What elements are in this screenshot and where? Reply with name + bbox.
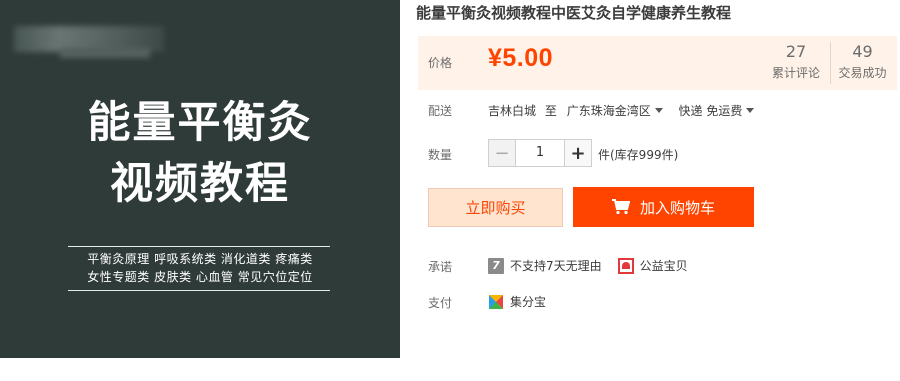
reviews-stat[interactable]: 27 累计评论: [764, 42, 828, 81]
payment-method[interactable]: 集分宝: [510, 293, 546, 310]
cover-divider-bottom: [68, 290, 330, 291]
shipping-method: 快递 免运费: [678, 104, 743, 118]
payment-label: 支付: [428, 296, 453, 310]
quantity-input[interactable]: 1: [516, 139, 564, 167]
add-to-cart-button[interactable]: 加入购物车: [573, 187, 754, 227]
payment-row: 集分宝: [488, 293, 546, 310]
quantity-increase-button[interactable]: +: [564, 139, 592, 167]
price-value: ¥5.00: [488, 44, 554, 72]
cart-icon: [611, 199, 630, 215]
deals-label: 交易成功: [838, 66, 887, 80]
cover-title-line1: 能量平衡灸: [87, 98, 313, 148]
shipping-row: 吉林白城 至 广东珠海金湾区 快递 免运费: [488, 102, 755, 119]
shipping-destination: 广东珠海金湾区: [566, 104, 651, 118]
shipping-origin: 吉林白城: [488, 104, 537, 118]
promise-label: 承诺: [428, 260, 453, 274]
price-label: 价格: [428, 56, 453, 70]
quantity-decrease-button[interactable]: −: [488, 139, 516, 167]
cover-subtitle-line2: 女性专题类 皮肤类 心血管 常见穴位定位: [87, 270, 313, 284]
reviews-label: 累计评论: [771, 66, 820, 80]
chevron-down-icon: [654, 108, 663, 113]
deals-count: 49: [852, 42, 873, 61]
chevron-down-icon: [746, 108, 755, 113]
blurred-watermark-sub: [60, 48, 150, 58]
stock-text: 件(库存999件): [598, 148, 679, 162]
shipping-method-select[interactable]: 快递 免运费: [679, 102, 755, 119]
cover-title-line2: 视频教程: [110, 159, 290, 209]
shipping-destination-select[interactable]: 广东珠海金湾区: [567, 102, 663, 119]
shipping-to: 至: [544, 104, 557, 118]
quantity-stepper: − 1 +: [488, 139, 592, 167]
promise-item-no-return[interactable]: 不支持7天无理由: [510, 257, 602, 274]
shipping-label: 配送: [428, 104, 453, 118]
buy-now-button[interactable]: 立即购买: [428, 188, 563, 227]
quantity-label: 数量: [428, 148, 453, 162]
promise-row: 7 不支持7天无理由 公益宝贝: [488, 257, 688, 274]
cover-divider-top: [68, 246, 330, 247]
reviews-count: 27: [785, 42, 807, 61]
no-7day-return-icon: 7: [488, 257, 504, 274]
deals-stat[interactable]: 49 交易成功: [830, 42, 894, 84]
product-details: 能量平衡灸视频教程中医艾灸自学健康养生教程 价格 ¥5.00 27 累计评论 4…: [416, 0, 900, 381]
add-to-cart-label: 加入购物车: [639, 198, 715, 217]
cover-subtitle-line1: 平衡灸原理 呼吸系统类 消化道类 疼痛类: [87, 252, 313, 266]
buy-now-label: 立即购买: [465, 199, 526, 217]
charity-icon: [617, 257, 634, 274]
promise-item-charity[interactable]: 公益宝贝: [640, 257, 688, 274]
product-cover-image: 能量平衡灸 视频教程 平衡灸原理 呼吸系统类 消化道类 疼痛类 女性专题类 皮肤…: [0, 0, 400, 358]
jifenbao-icon: [489, 294, 503, 309]
price-panel: 价格 ¥5.00 27 累计评论 49 交易成功: [418, 36, 897, 90]
product-title: 能量平衡灸视频教程中医艾灸自学健康养生教程: [416, 4, 732, 22]
